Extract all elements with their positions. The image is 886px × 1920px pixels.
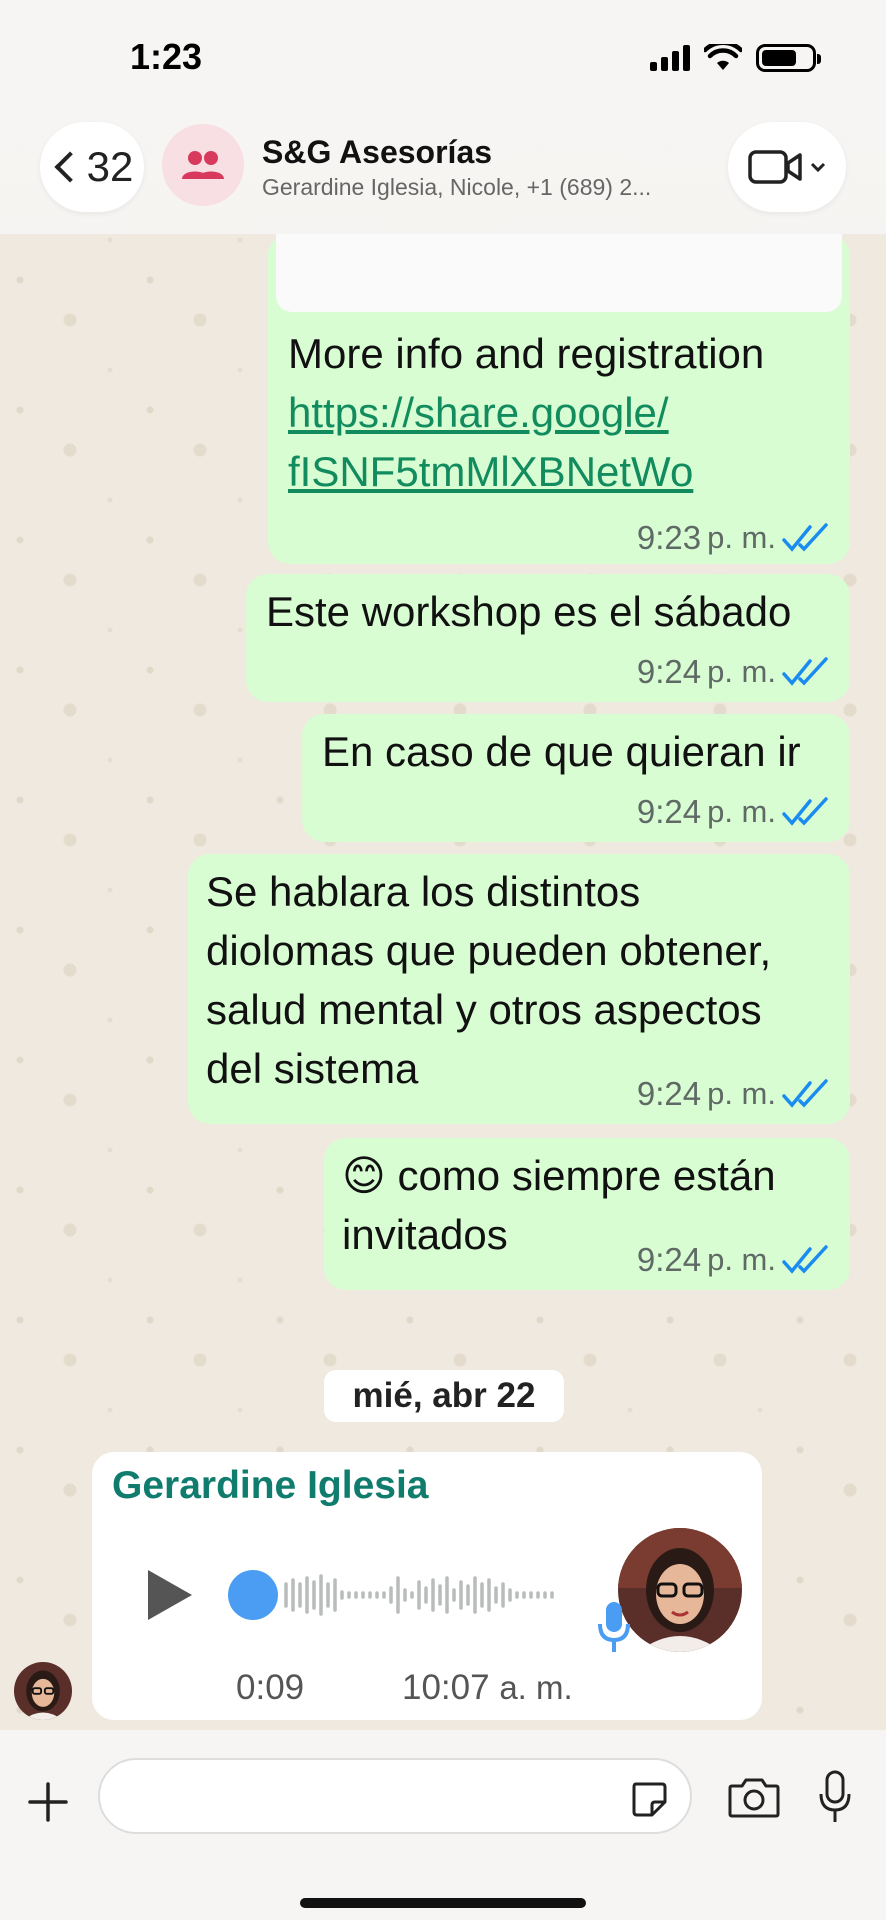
message-text: Se hablara los distintos	[206, 868, 641, 915]
wifi-icon	[704, 44, 742, 70]
chat-header: 32 S&G Asesorías Gerardine Iglesia, Nico…	[0, 110, 886, 234]
sticker-icon[interactable]	[630, 1780, 668, 1818]
message-bubble[interactable]: More info and registration https://share…	[268, 234, 850, 564]
message-time: 9:24	[636, 793, 702, 830]
play-icon[interactable]	[148, 1570, 192, 1620]
double-check-icon	[782, 796, 828, 826]
back-button[interactable]: 32	[40, 122, 144, 212]
person-portrait-icon	[14, 1662, 72, 1720]
message-bubble[interactable]: En caso de que quieran ir 9:24 p. m.	[302, 714, 850, 842]
video-camera-icon	[748, 150, 802, 184]
message-link[interactable]: fISNF5tmMlXBNetWo	[288, 442, 764, 501]
link-preview-image[interactable]	[276, 234, 842, 312]
chat-title[interactable]: S&G Asesorías	[262, 134, 492, 171]
message-ampm: p. m.	[707, 520, 776, 555]
video-call-button[interactable]	[728, 122, 846, 212]
group-avatar[interactable]	[162, 124, 244, 206]
double-check-icon	[782, 522, 828, 552]
battery-icon	[756, 44, 821, 72]
sender-avatar[interactable]	[618, 1528, 742, 1652]
status-time: 1:23	[130, 36, 203, 77]
double-check-icon	[782, 1078, 828, 1108]
message-bubble[interactable]: Se hablara los distintos diolomas que pu…	[188, 854, 850, 1124]
microphone-icon	[598, 1602, 630, 1652]
chevron-left-icon	[54, 151, 86, 183]
message-ampm: p. m.	[707, 1242, 776, 1277]
message-bubble[interactable]: 😊 como siempre están invitados 9:24 p. m…	[324, 1138, 850, 1290]
message-text: More info and registration	[288, 330, 765, 377]
voice-duration: 0:09	[236, 1668, 305, 1707]
unread-count: 32	[86, 143, 134, 190]
message-meta: 9:23 p. m.	[637, 508, 832, 567]
double-check-icon	[782, 656, 828, 686]
double-check-icon	[782, 1244, 828, 1274]
status-bar: 1:23	[0, 0, 886, 110]
message-meta: 10:07 a. m.	[402, 1668, 573, 1708]
message-time: 9:23	[636, 519, 702, 556]
message-text: salud mental y otros aspectos	[206, 986, 762, 1033]
message-ampm: p. m.	[707, 654, 776, 689]
message-composer	[0, 1730, 886, 1920]
message-time: 9:24	[636, 1075, 702, 1112]
group-icon	[182, 151, 224, 179]
message-ampm: a. m.	[499, 1669, 573, 1706]
person-portrait-icon	[618, 1528, 742, 1652]
message-meta: 9:24 p. m.	[637, 1230, 832, 1289]
cellular-signal-icon	[650, 45, 690, 71]
message-ampm: p. m.	[707, 1076, 776, 1111]
chevron-down-icon	[810, 162, 826, 173]
message-ampm: p. m.	[707, 794, 776, 829]
voice-message-bubble[interactable]: Gerardine Iglesia 0:09 10:07 a. m.	[92, 1452, 762, 1720]
home-indicator	[300, 1898, 586, 1908]
message-time: 10:07	[402, 1668, 490, 1707]
message-meta: 9:24 p. m.	[637, 782, 832, 841]
microphone-icon[interactable]	[818, 1770, 852, 1824]
playback-scrubber[interactable]	[228, 1570, 278, 1620]
message-time: 9:24	[636, 653, 702, 690]
message-meta: 9:24 p. m.	[637, 1064, 832, 1123]
sender-avatar-small[interactable]	[14, 1662, 72, 1720]
chat-participants[interactable]: Gerardine Iglesia, Nicole, +1 (689) 2...	[262, 174, 712, 201]
message-text: 😊 como siempre están	[342, 1152, 776, 1199]
message-meta: 9:24 p. m.	[637, 642, 832, 701]
message-text: diolomas que pueden obtener,	[206, 927, 772, 974]
sender-name[interactable]: Gerardine Iglesia	[112, 1464, 428, 1508]
message-text: En caso de que quieran ir	[322, 728, 801, 775]
plus-icon[interactable]	[26, 1780, 70, 1824]
message-input[interactable]	[98, 1758, 692, 1834]
message-link[interactable]: https://share.google/	[288, 383, 764, 442]
status-icons	[650, 44, 821, 72]
waveform[interactable]	[280, 1570, 570, 1620]
date-separator: mié, abr 22	[324, 1370, 564, 1422]
message-time: 9:24	[636, 1241, 702, 1278]
camera-icon[interactable]	[728, 1776, 780, 1818]
message-bubble[interactable]: Este workshop es el sábado 9:24 p. m.	[246, 574, 850, 702]
message-text: Este workshop es el sábado	[266, 588, 792, 635]
